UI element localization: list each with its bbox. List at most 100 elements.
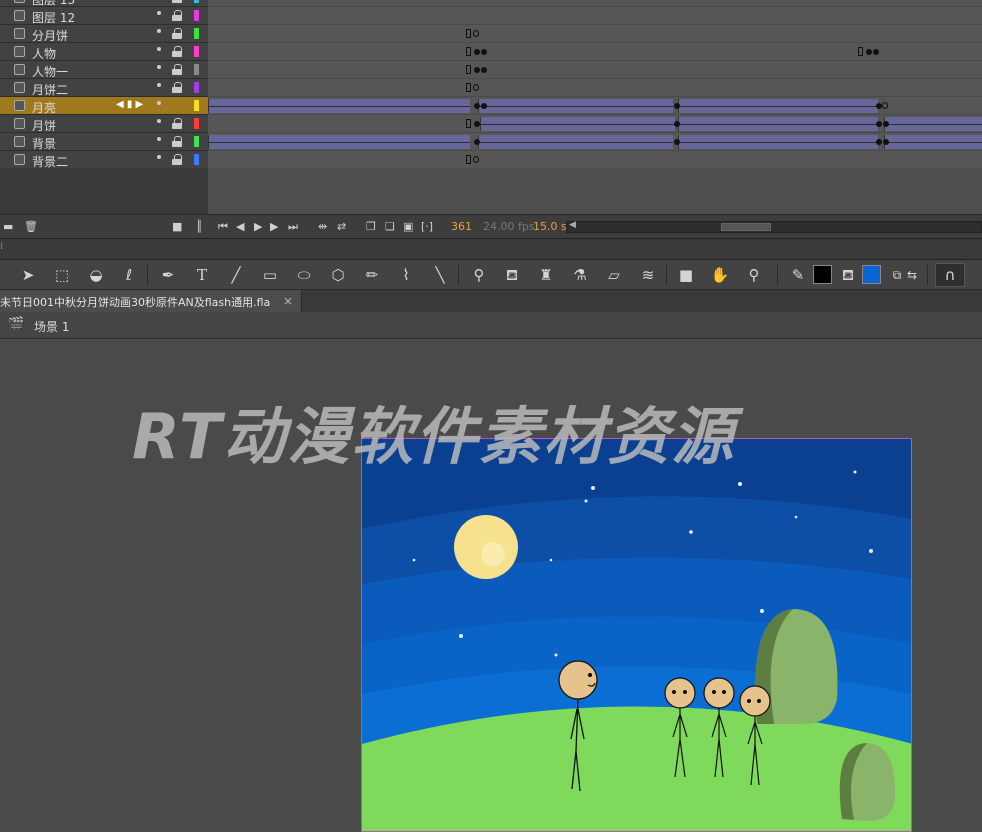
layer-color-swatch[interactable] (194, 136, 199, 147)
motion-tween-span[interactable] (678, 135, 878, 149)
keyframe-marker[interactable] (473, 84, 479, 91)
keyframe-marker[interactable] (674, 139, 680, 145)
lock-icon[interactable] (172, 0, 182, 3)
keyframe-marker[interactable] (674, 121, 680, 127)
motion-tween-span[interactable] (884, 135, 982, 149)
motion-tween-span[interactable] (478, 99, 673, 113)
layer-row[interactable]: 月饼 (0, 115, 208, 133)
keyframe-marker[interactable] (883, 139, 889, 145)
pencil-tool-icon[interactable]: ✏ (361, 264, 383, 286)
frame-row[interactable] (208, 7, 982, 25)
new-folder-icon[interactable]: ▬ (3, 220, 13, 233)
eyedropper-tool-icon[interactable]: ⚗ (569, 264, 591, 286)
layer-name[interactable]: 月饼二 (32, 81, 68, 98)
keyframe-marker[interactable] (876, 121, 882, 127)
layer-name[interactable]: 背景 (32, 135, 56, 152)
layer-row[interactable]: 月饼二 (0, 79, 208, 97)
paint-brush-tool-icon[interactable]: ⌇ (395, 264, 417, 286)
frame-row[interactable] (208, 61, 982, 79)
layer-name[interactable]: 人物一 (32, 63, 68, 80)
layer-color-swatch[interactable] (194, 64, 199, 75)
visibility-toggle[interactable] (157, 83, 161, 87)
layer-row[interactable]: 分月饼 (0, 25, 208, 43)
layer-row[interactable]: 图层 12 (0, 7, 208, 25)
document-tab[interactable]: 未节日001中秋分月饼动画30秒原件AN及flash通用.fla × (0, 290, 302, 312)
visibility-toggle[interactable] (157, 65, 161, 69)
lock-icon[interactable] (172, 136, 182, 147)
step-forward-icon[interactable]: ▶ (270, 220, 278, 233)
keyframe-marker[interactable] (466, 83, 471, 92)
camera-icon[interactable]: ■ (172, 220, 182, 233)
layer-color-swatch[interactable] (194, 10, 199, 21)
motion-tween-span[interactable] (678, 117, 878, 131)
visibility-toggle[interactable] (157, 119, 161, 123)
keyframe-marker[interactable] (876, 139, 882, 145)
hand-tool-icon[interactable]: ✋ (709, 264, 731, 286)
default-colors-icon[interactable]: ⇆ (901, 264, 923, 286)
bone-tool-icon[interactable]: ⚲ (468, 264, 490, 286)
keyframe-marker[interactable] (481, 67, 487, 73)
keyframe-marker[interactable] (466, 29, 471, 38)
keyframe-marker[interactable] (873, 49, 879, 55)
frame-rate[interactable]: 24.00 fps (483, 220, 535, 233)
zoom-tool-icon[interactable]: ⚲ (743, 264, 765, 286)
frame-row[interactable] (208, 0, 982, 7)
keyframe-marker[interactable] (474, 139, 480, 145)
motion-tween-span[interactable] (884, 117, 982, 131)
motion-tween-span[interactable] (480, 117, 675, 131)
layer-row[interactable]: 图层 13 (0, 0, 208, 7)
keyframe-marker[interactable] (466, 119, 471, 128)
fill-color-icon[interactable]: ⛾ (837, 264, 859, 286)
stroke-color-icon[interactable]: ✎ (787, 264, 809, 286)
free-transform-tool-icon[interactable]: ⬚ (51, 264, 73, 286)
keyframe-marker[interactable] (481, 49, 487, 55)
lock-icon[interactable] (172, 10, 182, 21)
panel-collapse-icon[interactable]: ⁞ (0, 241, 3, 252)
text-tool-icon[interactable]: T (191, 264, 213, 286)
layer-name[interactable]: 分月饼 (32, 27, 68, 44)
selection-tool-icon[interactable]: ➤ (17, 264, 39, 286)
current-frame[interactable]: 361 (451, 220, 472, 233)
motion-tween-span[interactable] (678, 99, 878, 113)
3d-rotation-tool-icon[interactable]: ◒ (85, 264, 107, 286)
play-icon[interactable]: ▶ (254, 220, 262, 233)
keyframe-marker[interactable] (866, 49, 872, 55)
center-frame-icon[interactable]: ⇹ (318, 220, 327, 233)
layer-row[interactable]: 人物一 (0, 61, 208, 79)
layer-color-swatch[interactable] (194, 28, 199, 39)
keyframe-nav-icon[interactable]: ◀ ▮ ▶ (116, 99, 143, 110)
pen-tool-icon[interactable]: ✒ (157, 264, 179, 286)
layer-color-swatch[interactable] (194, 100, 199, 111)
layer-color-swatch[interactable] (194, 154, 199, 165)
eraser-tool-icon[interactable]: ▱ (603, 264, 625, 286)
polystar-tool-icon[interactable]: ⬡ (327, 264, 349, 286)
close-icon[interactable]: × (283, 294, 293, 308)
lasso-tool-icon[interactable]: ℓ (118, 264, 140, 286)
frame-row[interactable] (208, 79, 982, 97)
stroke-color-swatch[interactable] (813, 265, 832, 284)
step-back-icon[interactable]: ◀ (236, 220, 244, 233)
oval-tool-icon[interactable]: ⬭ (293, 264, 315, 286)
layer-row[interactable]: 背景 (0, 133, 208, 151)
keyframe-marker[interactable] (474, 67, 480, 73)
motion-tween-span[interactable] (208, 99, 470, 113)
camera-tool-icon[interactable]: ■ (675, 264, 697, 286)
paint-bucket-tool-icon[interactable]: ⛾ (501, 264, 523, 286)
layer-color-swatch[interactable] (194, 46, 199, 57)
keyframe-marker[interactable] (473, 30, 479, 37)
keyframe-marker[interactable] (466, 65, 471, 74)
frame-grid[interactable] (208, 0, 982, 169)
keyframe-marker[interactable] (474, 49, 480, 55)
onion-skin-icon[interactable]: ❐ (366, 220, 376, 233)
layer-name[interactable]: 月亮 (32, 99, 56, 116)
scroll-left-icon[interactable]: ◀ (569, 220, 576, 230)
first-frame-icon[interactable]: ⏮ (218, 220, 228, 234)
visibility-toggle[interactable] (157, 155, 161, 159)
lock-icon[interactable] (172, 82, 182, 93)
lock-icon[interactable] (172, 64, 182, 75)
layer-name[interactable]: 月饼 (32, 117, 56, 134)
clapperboard-icon[interactable]: 🎬 (8, 317, 24, 332)
motion-tween-span[interactable] (208, 135, 470, 149)
stage-canvas[interactable] (361, 438, 912, 832)
width-tool-icon[interactable]: ≋ (637, 264, 659, 286)
